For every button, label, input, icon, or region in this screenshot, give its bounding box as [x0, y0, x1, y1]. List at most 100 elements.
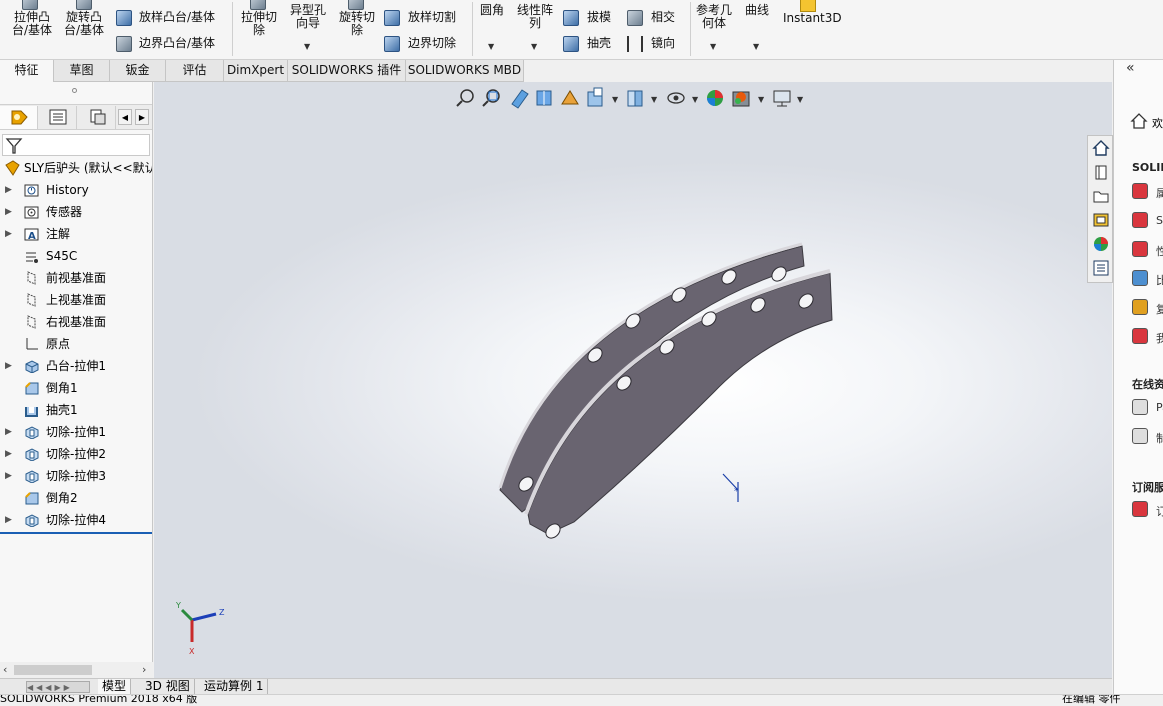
tree-item[interactable]: 右视基准面: [0, 312, 152, 332]
panel-grip-icon[interactable]: [72, 88, 77, 93]
status-editing-label: 在编辑 零件: [1062, 694, 1121, 705]
tree-item-label: 右视基准面: [46, 315, 107, 329]
shell-button[interactable]: 抽壳: [587, 37, 611, 50]
tab-features[interactable]: 特征: [0, 60, 54, 82]
tree-item[interactable]: 前视基准面: [0, 268, 152, 288]
hole-wizard-dropdown-icon[interactable]: ▼: [304, 42, 310, 51]
tree-item[interactable]: ▶ 传感器: [0, 202, 152, 222]
expand-arrow-icon[interactable]: ▶: [5, 180, 12, 200]
task-pane-link[interactable]: Pa: [1132, 398, 1163, 418]
task-pane-link[interactable]: 复: [1132, 298, 1163, 318]
tree-item[interactable]: 原点: [0, 334, 152, 354]
tab-3d-views[interactable]: 3D 视图: [141, 679, 195, 695]
tab-property-manager[interactable]: [39, 106, 77, 129]
tree-item[interactable]: 倒角2: [0, 488, 152, 508]
tree-item[interactable]: 倒角1: [0, 378, 152, 398]
tree-item[interactable]: ▶ 切除-拉伸4: [0, 510, 152, 530]
feature-filter-input[interactable]: [2, 134, 150, 156]
part-model-view[interactable]: *: [154, 82, 1112, 678]
task-pane-link[interactable]: 比: [1132, 269, 1163, 289]
task-pane-link[interactable]: 制: [1132, 427, 1163, 447]
tab-solidworks-mbd[interactable]: SOLIDWORKS MBD: [406, 60, 524, 82]
tab-evaluate[interactable]: 评估: [166, 60, 224, 82]
task-pane-home-icon[interactable]: [1091, 138, 1111, 158]
tree-item[interactable]: S45C: [0, 246, 152, 266]
loft-cut-button[interactable]: 放样切割: [408, 11, 456, 24]
task-pane-link[interactable]: 属: [1132, 182, 1163, 202]
revolve-cut-button[interactable]: 旋转切除: [334, 11, 380, 37]
scroll-left-icon[interactable]: ◀: [118, 109, 132, 125]
expand-arrow-icon[interactable]: ▶: [5, 466, 12, 486]
task-pane-custom-properties-icon[interactable]: [1091, 258, 1111, 278]
expand-arrow-icon[interactable]: ▶: [5, 202, 12, 222]
tree-item[interactable]: ▶ 切除-拉伸1: [0, 422, 152, 442]
tab-model[interactable]: 模型: [98, 679, 132, 695]
tree-item[interactable]: 上视基准面: [0, 290, 152, 310]
scroll-right-icon[interactable]: ▶: [135, 109, 149, 125]
expand-arrow-icon[interactable]: ▶: [5, 510, 12, 530]
mirror-icon: [627, 36, 643, 52]
extrude-cut-button[interactable]: 拉伸切除: [236, 11, 282, 37]
section-subscription-services: 订阅服: [1132, 481, 1163, 494]
feature-tree-horizontal-scrollbar[interactable]: ‹ ›: [0, 662, 153, 678]
tab-sketch[interactable]: 草图: [54, 60, 110, 82]
configuration-manager-icon: [90, 109, 106, 125]
task-pane-link[interactable]: 我: [1132, 327, 1163, 347]
triad-z-label: Z: [219, 608, 225, 617]
mirror-button[interactable]: 镜向: [651, 37, 675, 50]
loft-boss-button[interactable]: 放样凸台/基体: [139, 11, 215, 24]
graphics-area[interactable]: ▼ ▼ ▼ ▼ ▼ ◫◫ — ❐ ✕: [154, 82, 1112, 678]
expand-arrow-icon[interactable]: ▶: [5, 422, 12, 442]
expand-arrow-icon[interactable]: ▶: [5, 356, 12, 376]
task-pane-appearances-icon[interactable]: [1091, 234, 1111, 254]
linear-pattern-dropdown-icon[interactable]: ▼: [531, 42, 537, 51]
tab-solidworks-addins[interactable]: SOLIDWORKS 插件: [288, 60, 406, 82]
tree-item[interactable]: ▶ 凸台-拉伸1: [0, 356, 152, 376]
task-pane-resources-icon[interactable]: [1091, 162, 1111, 182]
scroll-left-arrow-icon[interactable]: ‹: [3, 663, 7, 676]
collapse-pane-icon[interactable]: «: [1126, 60, 1135, 76]
task-pane-link[interactable]: 订: [1132, 500, 1163, 520]
tree-root-part[interactable]: SLY后驴头 (默认<<默认: [0, 158, 152, 178]
extrude-boss-button[interactable]: 拉伸凸台/基体: [8, 11, 56, 37]
task-pane-file-explorer-icon[interactable]: [1091, 186, 1111, 206]
tree-item[interactable]: ▶ History: [0, 180, 152, 200]
revolve-cut-icon: [348, 0, 364, 10]
fillet-dropdown-icon[interactable]: ▼: [488, 42, 494, 51]
curves-button[interactable]: 曲线: [740, 4, 774, 17]
scrollbar-thumb[interactable]: [14, 665, 92, 675]
tree-item[interactable]: ▶ 切除-拉伸3: [0, 466, 152, 486]
tree-item-label: 上视基准面: [46, 293, 107, 307]
scroll-right-arrow-icon[interactable]: ›: [142, 663, 146, 676]
task-pane-link[interactable]: SO: [1132, 211, 1163, 231]
boundary-boss-button[interactable]: 边界凸台/基体: [139, 37, 215, 50]
tab-feature-manager[interactable]: [0, 106, 38, 129]
tree-item[interactable]: 抽壳1: [0, 400, 152, 420]
task-pane-view-palette-icon[interactable]: [1091, 210, 1111, 230]
tab-dimxpert[interactable]: DimXpert: [224, 60, 288, 82]
curves-dropdown-icon[interactable]: ▼: [753, 42, 759, 51]
tree-item-label: 切除-拉伸2: [46, 447, 106, 461]
expand-arrow-icon[interactable]: ▶: [5, 444, 12, 464]
fillet-button[interactable]: 圆角: [476, 4, 508, 17]
tab-sheet-metal[interactable]: 钣金: [110, 60, 166, 82]
tree-item[interactable]: ▶ A 注解: [0, 224, 152, 244]
boundary-cut-button[interactable]: 边界切除: [408, 37, 456, 50]
instant3d-button[interactable]: Instant3D: [783, 12, 842, 25]
linear-pattern-button[interactable]: 线性阵列: [512, 4, 558, 30]
tab-motion-study-1[interactable]: 运动算例 1: [200, 679, 269, 695]
draft-button[interactable]: 拔模: [587, 11, 611, 24]
reference-geometry-button[interactable]: 参考几何体: [694, 4, 734, 30]
expand-arrow-icon[interactable]: ▶: [5, 224, 12, 244]
reference-geometry-dropdown-icon[interactable]: ▼: [710, 42, 716, 51]
resource-icon: [1132, 399, 1148, 415]
resource-icon: [1132, 212, 1148, 228]
task-pane-link[interactable]: 性: [1132, 240, 1163, 260]
revolve-boss-button[interactable]: 旋转凸台/基体: [60, 11, 108, 37]
hole-wizard-button[interactable]: 异型孔向导: [286, 4, 330, 30]
tab-navigation-arrows[interactable]: ◀◀◀▶▶: [26, 681, 90, 693]
tab-configuration-manager[interactable]: [78, 106, 116, 129]
tree-item[interactable]: ▶ 切除-拉伸2: [0, 444, 152, 464]
rollback-bar[interactable]: [0, 532, 152, 534]
intersect-button[interactable]: 相交: [651, 11, 675, 24]
